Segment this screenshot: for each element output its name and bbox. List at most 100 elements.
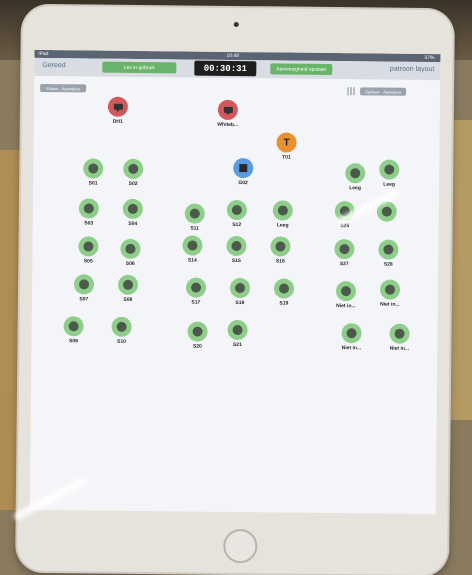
seat-circle <box>229 277 251 299</box>
tablet-device: iPad 10:48 37% Gereed Les in gebruik 00:… <box>17 5 453 575</box>
student-dot-icon <box>231 204 242 216</box>
object-marker[interactable]: Whiteb... <box>208 99 248 128</box>
student-seat[interactable]: Leeg <box>263 200 303 229</box>
seat-circle <box>226 235 247 257</box>
seat-label: S28 <box>383 261 393 268</box>
student-dot-icon <box>187 240 198 251</box>
seat-label: S02 <box>128 180 138 187</box>
seat-label: S08 <box>123 296 133 303</box>
seat-circle <box>122 198 143 220</box>
assign-close-button[interactable]: Sluiten · Aanwijzen <box>40 83 87 93</box>
seat-circle <box>78 236 99 257</box>
seat-circle <box>117 274 139 295</box>
student-seat[interactable]: S07 <box>64 274 104 302</box>
student-seat[interactable]: S16 <box>260 236 300 265</box>
seat-label: S12 <box>232 221 242 229</box>
student-dot-icon <box>232 324 243 336</box>
seat-label: DH1 <box>112 118 123 125</box>
seat-label: S20 <box>192 343 202 350</box>
layout-link[interactable]: patroon layout <box>390 66 434 73</box>
student-dot-icon <box>383 244 394 255</box>
student-seat[interactable]: S27 <box>324 239 364 267</box>
student-seat[interactable]: S18 <box>220 277 260 307</box>
student-seat[interactable]: S19 <box>264 278 304 307</box>
student-seat[interactable]: S10 <box>101 316 141 345</box>
seat-label: S15 <box>231 257 241 265</box>
group-marker[interactable]: G02 <box>223 157 263 186</box>
student-seat[interactable]: S14 <box>172 235 212 264</box>
seat-circle <box>185 277 207 298</box>
app-screen: iPad 10:48 37% Gereed Les in gebruik 00:… <box>29 49 441 515</box>
student-dot-icon <box>339 244 350 255</box>
student-seat[interactable]: S21 <box>217 319 257 348</box>
seat-circle <box>270 236 291 257</box>
student-dot-icon <box>123 279 134 290</box>
seat-circle <box>335 281 357 302</box>
lesson-status-button[interactable]: Les in gebruik <box>102 61 177 74</box>
battery-label: 37% <box>424 54 435 62</box>
student-seat[interactable]: S03 <box>69 198 109 227</box>
seat-circle <box>73 274 95 295</box>
done-button[interactable]: Gereed <box>42 62 65 69</box>
student-dot-icon <box>190 282 202 293</box>
seat-label: S11 <box>190 225 199 232</box>
student-seat[interactable]: S08 <box>108 274 148 303</box>
student-seat[interactable]: S12 <box>217 199 257 229</box>
student-dot-icon <box>88 163 99 174</box>
grid-icon[interactable] <box>347 87 356 96</box>
speech-bubble-icon <box>113 103 123 110</box>
student-dot-icon <box>83 241 94 252</box>
student-seat[interactable]: S05 <box>68 236 108 265</box>
student-dot-icon <box>189 208 200 219</box>
seat-circle <box>272 200 293 221</box>
student-seat[interactable]: S01 <box>73 158 113 187</box>
student-seat[interactable]: S15 <box>216 235 256 265</box>
student-seat[interactable]: S09 <box>53 316 93 344</box>
student-seat[interactable]: Niet in... <box>370 279 410 308</box>
student-seat[interactable]: S06 <box>110 238 150 267</box>
teacher-glyph: T <box>283 136 290 149</box>
object-marker[interactable]: DH1 <box>98 96 138 125</box>
student-seat[interactable]: Niet in... <box>379 323 419 352</box>
seat-label: S10 <box>116 338 126 345</box>
seat-circle <box>83 158 104 179</box>
home-button[interactable] <box>223 528 258 564</box>
student-seat[interactable]: Niet in... <box>326 281 366 309</box>
student-seat[interactable]: S11 <box>175 203 215 232</box>
student-dot-icon <box>68 321 79 332</box>
seat-circle <box>379 159 400 180</box>
seat-circle <box>182 235 203 256</box>
student-dot-icon <box>116 321 127 332</box>
student-dot-icon <box>340 286 352 297</box>
seat-label: S19 <box>279 300 289 307</box>
seat-circle <box>187 321 208 342</box>
student-dot-icon <box>275 241 286 252</box>
seat-circle <box>379 279 401 300</box>
student-seat[interactable]: S04 <box>113 198 153 227</box>
seat-circle <box>389 323 410 344</box>
seat-label: S05 <box>83 258 93 265</box>
assign-save-button[interactable]: Opslaan · Aanwijzen <box>360 87 407 96</box>
student-seat[interactable]: Niet in... <box>331 323 371 351</box>
seat-label: S18 <box>235 300 245 307</box>
student-seat[interactable]: S28 <box>368 239 408 268</box>
seat-label: S14 <box>187 257 197 264</box>
seat-circle <box>334 239 355 260</box>
save-attendance-button[interactable]: Aanwezigheid opslaan <box>270 63 333 76</box>
teacher-desk[interactable]: T T01 <box>266 132 306 161</box>
student-seat[interactable]: S20 <box>177 321 217 350</box>
student-dot-icon <box>278 283 290 294</box>
carrier-label: iPad <box>38 50 49 58</box>
student-dot-icon <box>350 168 361 179</box>
student-seat[interactable]: S17 <box>176 277 216 306</box>
student-dot-icon <box>127 203 138 214</box>
student-dot-icon <box>384 164 395 175</box>
seat-label: Leeg <box>276 222 289 229</box>
seat-circle <box>233 157 254 179</box>
student-dot-icon <box>83 203 94 214</box>
seat-circle <box>123 158 144 180</box>
seat-label: Niet in... <box>336 303 356 310</box>
student-dot-icon <box>234 283 246 294</box>
student-seat[interactable]: S02 <box>113 158 153 187</box>
student-seat[interactable]: Leeg <box>369 159 409 188</box>
